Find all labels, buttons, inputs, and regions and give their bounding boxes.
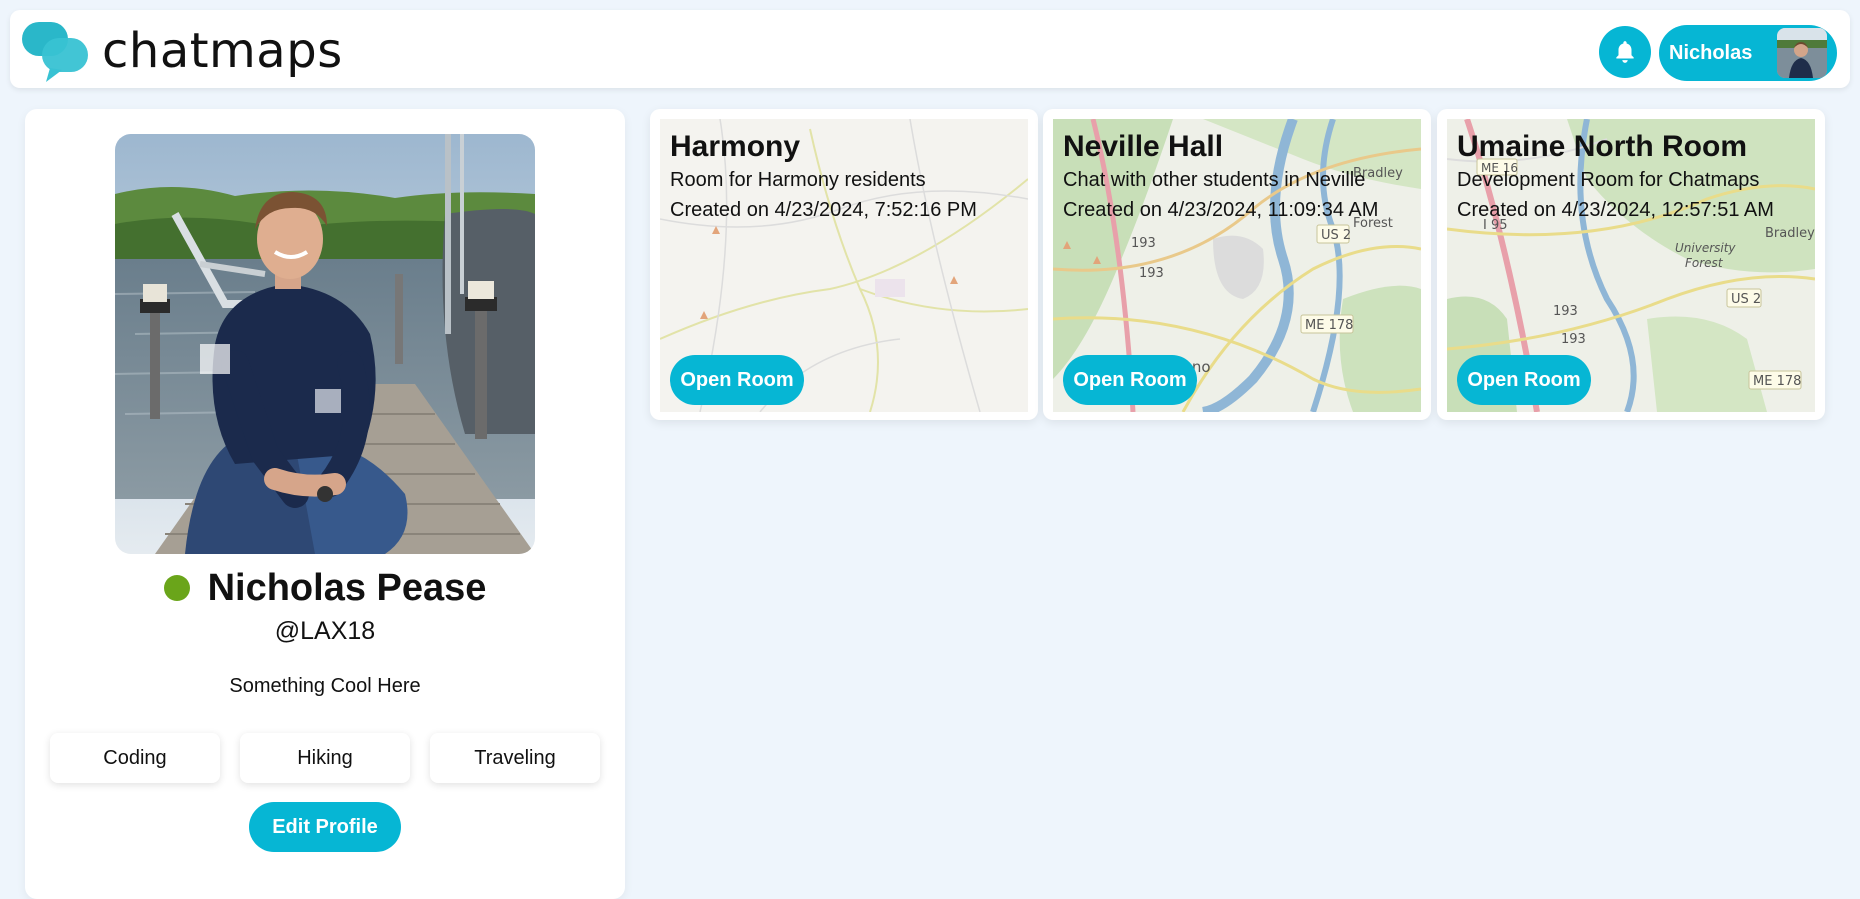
- map-label: Bradley: [1765, 226, 1815, 241]
- interest-chip-traveling: Traveling: [430, 733, 600, 783]
- open-room-button[interactable]: Open Room: [1063, 355, 1197, 405]
- room-card-harmony: Harmony Room for Harmony residents Creat…: [650, 109, 1038, 420]
- room-created-date: Created on 4/23/2024, 12:57:51 AM: [1457, 199, 1774, 221]
- profile-card: Nicholas Pease @LAX18 Something Cool Her…: [25, 109, 625, 899]
- map-label: 193: [1131, 236, 1156, 251]
- edit-profile-button[interactable]: Edit Profile: [249, 802, 401, 852]
- room-description: Chat with other students in Neville: [1063, 169, 1366, 191]
- svg-text:ME 178: ME 178: [1753, 374, 1801, 389]
- map-route-sign: US 2: [1316, 224, 1351, 244]
- map-route-sign: US 2: [1726, 288, 1762, 308]
- svg-text:US 2: US 2: [1731, 292, 1761, 307]
- profile-name: Nicholas Pease: [207, 566, 487, 609]
- user-menu-button[interactable]: Nicholas: [1659, 25, 1837, 81]
- avatar: [1777, 28, 1827, 78]
- map-route-sign: ME 178: [1748, 370, 1802, 390]
- bell-icon: [1616, 41, 1634, 63]
- open-room-button[interactable]: Open Room: [1457, 355, 1591, 405]
- room-created-date: Created on 4/23/2024, 7:52:16 PM: [670, 199, 977, 221]
- user-pill-name: Nicholas: [1669, 41, 1753, 64]
- open-room-button[interactable]: Open Room: [670, 355, 804, 405]
- map-label: 193: [1561, 332, 1586, 347]
- logo-text: chatmaps: [102, 23, 343, 79]
- map-label: 193: [1553, 304, 1578, 319]
- notifications-button[interactable]: [1599, 26, 1651, 78]
- chat-bubbles-icon: [20, 18, 92, 84]
- room-title: Umaine North Room: [1457, 130, 1748, 163]
- svg-text:ME 178: ME 178: [1305, 318, 1353, 333]
- online-status-indicator: [163, 575, 190, 601]
- room-info: Harmony Room for Harmony residents Creat…: [670, 129, 1040, 225]
- map-label: University: [1675, 241, 1736, 255]
- profile-handle: @LAX18: [274, 617, 376, 645]
- room-info: Neville Hall Chat with other students in…: [1063, 129, 1433, 225]
- interest-chip-coding: Coding: [50, 733, 220, 783]
- room-card-umaine-north-room: ME 16 I 95 Bradley University Forest US …: [1437, 109, 1825, 420]
- app-logo[interactable]: chatmaps: [20, 18, 343, 84]
- room-description: Development Room for Chatmaps: [1457, 169, 1760, 191]
- room-card-neville-hall: Bradley Forest US 2 193 193 ME 178 Orono…: [1043, 109, 1431, 420]
- profile-bio: Something Cool Here: [229, 675, 421, 697]
- map-label: 193: [1139, 266, 1164, 281]
- room-description: Room for Harmony residents: [670, 169, 926, 191]
- room-title: Harmony: [670, 130, 801, 163]
- map-label: Forest: [1685, 256, 1724, 270]
- profile-name-row: Nicholas Pease: [25, 561, 625, 615]
- interest-chip-hiking: Hiking: [240, 733, 410, 783]
- room-title: Neville Hall: [1063, 130, 1224, 163]
- profile-photo: [115, 134, 535, 554]
- room-info: Umaine North Room Development Room for C…: [1457, 129, 1827, 225]
- room-created-date: Created on 4/23/2024, 11:09:34 AM: [1063, 199, 1379, 221]
- top-header: chatmaps Nicholas: [10, 10, 1850, 88]
- svg-text:US 2: US 2: [1321, 228, 1351, 243]
- map-route-sign: ME 178: [1300, 314, 1354, 334]
